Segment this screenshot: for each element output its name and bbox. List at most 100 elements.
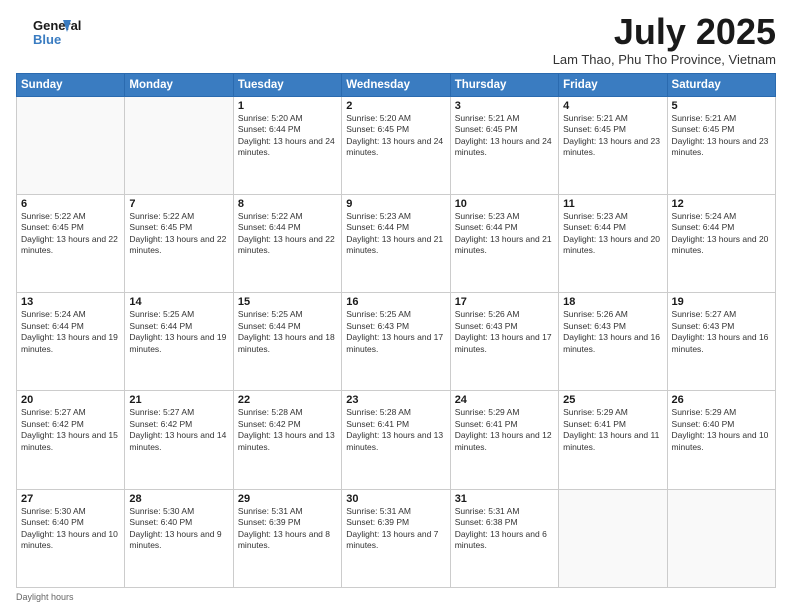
day-header-sunday: Sunday: [17, 73, 125, 96]
cell-date-number: 6: [21, 198, 120, 210]
calendar-cell: 7Sunrise: 5:22 AM Sunset: 6:45 PM Daylig…: [125, 194, 233, 292]
footer-note: Daylight hours: [16, 592, 776, 602]
calendar-cell: 30Sunrise: 5:31 AM Sunset: 6:39 PM Dayli…: [342, 489, 450, 587]
cell-info-text: Sunrise: 5:28 AM Sunset: 6:42 PM Dayligh…: [238, 407, 337, 453]
calendar-cell: 18Sunrise: 5:26 AM Sunset: 6:43 PM Dayli…: [559, 293, 667, 391]
calendar-cell: 8Sunrise: 5:22 AM Sunset: 6:44 PM Daylig…: [233, 194, 341, 292]
cell-info-text: Sunrise: 5:25 AM Sunset: 6:44 PM Dayligh…: [129, 309, 228, 355]
cell-date-number: 9: [346, 198, 445, 210]
cell-date-number: 11: [563, 198, 662, 210]
cell-info-text: Sunrise: 5:20 AM Sunset: 6:44 PM Dayligh…: [238, 113, 337, 159]
day-header-row: SundayMondayTuesdayWednesdayThursdayFrid…: [17, 73, 776, 96]
cell-info-text: Sunrise: 5:20 AM Sunset: 6:45 PM Dayligh…: [346, 113, 445, 159]
calendar-cell: 2Sunrise: 5:20 AM Sunset: 6:45 PM Daylig…: [342, 96, 450, 194]
title-block: July 2025 Lam Thao, Phu Tho Province, Vi…: [553, 12, 776, 67]
calendar-cell: 24Sunrise: 5:29 AM Sunset: 6:41 PM Dayli…: [450, 391, 558, 489]
cell-info-text: Sunrise: 5:27 AM Sunset: 6:42 PM Dayligh…: [129, 407, 228, 453]
cell-info-text: Sunrise: 5:29 AM Sunset: 6:41 PM Dayligh…: [455, 407, 554, 453]
cell-info-text: Sunrise: 5:27 AM Sunset: 6:42 PM Dayligh…: [21, 407, 120, 453]
calendar-cell: 19Sunrise: 5:27 AM Sunset: 6:43 PM Dayli…: [667, 293, 775, 391]
calendar-cell: 27Sunrise: 5:30 AM Sunset: 6:40 PM Dayli…: [17, 489, 125, 587]
cell-info-text: Sunrise: 5:31 AM Sunset: 6:39 PM Dayligh…: [346, 506, 445, 552]
calendar-cell: 11Sunrise: 5:23 AM Sunset: 6:44 PM Dayli…: [559, 194, 667, 292]
calendar-cell: 10Sunrise: 5:23 AM Sunset: 6:44 PM Dayli…: [450, 194, 558, 292]
cell-info-text: Sunrise: 5:31 AM Sunset: 6:38 PM Dayligh…: [455, 506, 554, 552]
cell-date-number: 27: [21, 493, 120, 505]
cell-date-number: 1: [238, 100, 337, 112]
cell-date-number: 2: [346, 100, 445, 112]
cell-date-number: 26: [672, 394, 771, 406]
cell-date-number: 24: [455, 394, 554, 406]
cell-date-number: 18: [563, 296, 662, 308]
cell-info-text: Sunrise: 5:21 AM Sunset: 6:45 PM Dayligh…: [563, 113, 662, 159]
week-row-2: 6Sunrise: 5:22 AM Sunset: 6:45 PM Daylig…: [17, 194, 776, 292]
calendar-cell: [125, 96, 233, 194]
calendar-cell: 1Sunrise: 5:20 AM Sunset: 6:44 PM Daylig…: [233, 96, 341, 194]
logo-icon: General Blue: [16, 12, 86, 52]
cell-date-number: 19: [672, 296, 771, 308]
day-header-thursday: Thursday: [450, 73, 558, 96]
cell-date-number: 25: [563, 394, 662, 406]
main-title: July 2025: [553, 12, 776, 52]
cell-info-text: Sunrise: 5:24 AM Sunset: 6:44 PM Dayligh…: [21, 309, 120, 355]
cell-info-text: Sunrise: 5:21 AM Sunset: 6:45 PM Dayligh…: [672, 113, 771, 159]
cell-date-number: 21: [129, 394, 228, 406]
calendar-cell: 6Sunrise: 5:22 AM Sunset: 6:45 PM Daylig…: [17, 194, 125, 292]
svg-text:Blue: Blue: [33, 32, 61, 47]
calendar-body: 1Sunrise: 5:20 AM Sunset: 6:44 PM Daylig…: [17, 96, 776, 587]
cell-info-text: Sunrise: 5:26 AM Sunset: 6:43 PM Dayligh…: [455, 309, 554, 355]
cell-date-number: 17: [455, 296, 554, 308]
calendar-cell: 23Sunrise: 5:28 AM Sunset: 6:41 PM Dayli…: [342, 391, 450, 489]
week-row-3: 13Sunrise: 5:24 AM Sunset: 6:44 PM Dayli…: [17, 293, 776, 391]
cell-date-number: 5: [672, 100, 771, 112]
svg-text:General: General: [33, 18, 81, 33]
calendar-cell: [559, 489, 667, 587]
week-row-5: 27Sunrise: 5:30 AM Sunset: 6:40 PM Dayli…: [17, 489, 776, 587]
calendar-cell: 21Sunrise: 5:27 AM Sunset: 6:42 PM Dayli…: [125, 391, 233, 489]
cell-info-text: Sunrise: 5:23 AM Sunset: 6:44 PM Dayligh…: [563, 211, 662, 257]
calendar-cell: 22Sunrise: 5:28 AM Sunset: 6:42 PM Dayli…: [233, 391, 341, 489]
calendar-cell: 3Sunrise: 5:21 AM Sunset: 6:45 PM Daylig…: [450, 96, 558, 194]
calendar-cell: [667, 489, 775, 587]
cell-date-number: 29: [238, 493, 337, 505]
cell-date-number: 16: [346, 296, 445, 308]
calendar-cell: 31Sunrise: 5:31 AM Sunset: 6:38 PM Dayli…: [450, 489, 558, 587]
logo: General Blue: [16, 12, 86, 52]
calendar-cell: 25Sunrise: 5:29 AM Sunset: 6:41 PM Dayli…: [559, 391, 667, 489]
calendar-cell: 15Sunrise: 5:25 AM Sunset: 6:44 PM Dayli…: [233, 293, 341, 391]
day-header-tuesday: Tuesday: [233, 73, 341, 96]
cell-info-text: Sunrise: 5:30 AM Sunset: 6:40 PM Dayligh…: [21, 506, 120, 552]
calendar-table: SundayMondayTuesdayWednesdayThursdayFrid…: [16, 73, 776, 588]
day-header-monday: Monday: [125, 73, 233, 96]
cell-info-text: Sunrise: 5:23 AM Sunset: 6:44 PM Dayligh…: [455, 211, 554, 257]
cell-date-number: 4: [563, 100, 662, 112]
cell-info-text: Sunrise: 5:25 AM Sunset: 6:43 PM Dayligh…: [346, 309, 445, 355]
calendar-cell: 28Sunrise: 5:30 AM Sunset: 6:40 PM Dayli…: [125, 489, 233, 587]
calendar-cell: 26Sunrise: 5:29 AM Sunset: 6:40 PM Dayli…: [667, 391, 775, 489]
calendar-cell: [17, 96, 125, 194]
cell-info-text: Sunrise: 5:30 AM Sunset: 6:40 PM Dayligh…: [129, 506, 228, 552]
cell-info-text: Sunrise: 5:29 AM Sunset: 6:41 PM Dayligh…: [563, 407, 662, 453]
day-header-wednesday: Wednesday: [342, 73, 450, 96]
cell-info-text: Sunrise: 5:24 AM Sunset: 6:44 PM Dayligh…: [672, 211, 771, 257]
calendar-cell: 5Sunrise: 5:21 AM Sunset: 6:45 PM Daylig…: [667, 96, 775, 194]
cell-info-text: Sunrise: 5:31 AM Sunset: 6:39 PM Dayligh…: [238, 506, 337, 552]
header: General Blue July 2025 Lam Thao, Phu Tho…: [16, 12, 776, 67]
day-header-saturday: Saturday: [667, 73, 775, 96]
cell-info-text: Sunrise: 5:22 AM Sunset: 6:45 PM Dayligh…: [21, 211, 120, 257]
cell-date-number: 15: [238, 296, 337, 308]
calendar-header: SundayMondayTuesdayWednesdayThursdayFrid…: [17, 73, 776, 96]
subtitle: Lam Thao, Phu Tho Province, Vietnam: [553, 52, 776, 67]
calendar-cell: 12Sunrise: 5:24 AM Sunset: 6:44 PM Dayli…: [667, 194, 775, 292]
cell-date-number: 20: [21, 394, 120, 406]
day-header-friday: Friday: [559, 73, 667, 96]
calendar-cell: 9Sunrise: 5:23 AM Sunset: 6:44 PM Daylig…: [342, 194, 450, 292]
calendar-cell: 29Sunrise: 5:31 AM Sunset: 6:39 PM Dayli…: [233, 489, 341, 587]
week-row-4: 20Sunrise: 5:27 AM Sunset: 6:42 PM Dayli…: [17, 391, 776, 489]
cell-info-text: Sunrise: 5:22 AM Sunset: 6:45 PM Dayligh…: [129, 211, 228, 257]
page: General Blue July 2025 Lam Thao, Phu Tho…: [0, 0, 792, 612]
cell-date-number: 30: [346, 493, 445, 505]
cell-date-number: 31: [455, 493, 554, 505]
cell-info-text: Sunrise: 5:25 AM Sunset: 6:44 PM Dayligh…: [238, 309, 337, 355]
cell-info-text: Sunrise: 5:26 AM Sunset: 6:43 PM Dayligh…: [563, 309, 662, 355]
